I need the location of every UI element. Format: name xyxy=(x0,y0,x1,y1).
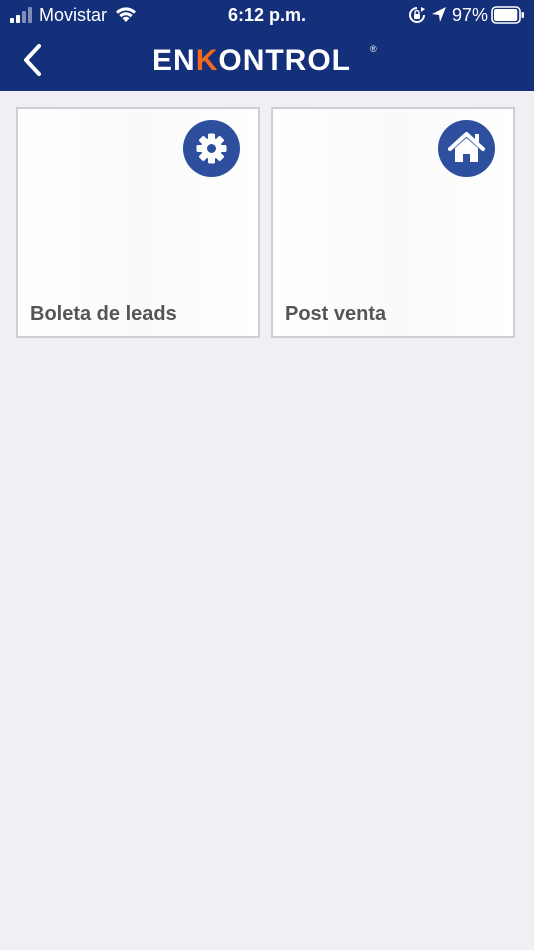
home-icon xyxy=(438,120,495,177)
registered-mark: ® xyxy=(370,44,377,54)
battery-percent: 97% xyxy=(452,5,489,25)
card-label: Post venta xyxy=(285,303,387,325)
battery-icon xyxy=(491,6,524,24)
gear-icon xyxy=(183,120,240,177)
app-header: Movistar 6:12 p.m. 97% ENKONTROL ® xyxy=(0,0,534,91)
card-label: Boleta de leads xyxy=(30,303,177,325)
logo-prefix: EN xyxy=(152,44,196,77)
enkontrol-logo: ENKONTROL ® xyxy=(152,44,382,78)
card-post-venta[interactable]: Post venta xyxy=(271,107,515,338)
logo-text: ENKONTROL xyxy=(152,44,351,78)
card-boleta-de-leads[interactable]: Boleta de leads xyxy=(16,107,260,338)
location-arrow-icon xyxy=(432,7,446,22)
logo-suffix: ONTROL xyxy=(218,44,352,77)
back-button[interactable] xyxy=(14,40,54,80)
logo-k: K xyxy=(195,44,219,77)
rotation-lock-icon xyxy=(409,7,425,23)
status-bar: Movistar 6:12 p.m. 97% xyxy=(0,0,534,30)
